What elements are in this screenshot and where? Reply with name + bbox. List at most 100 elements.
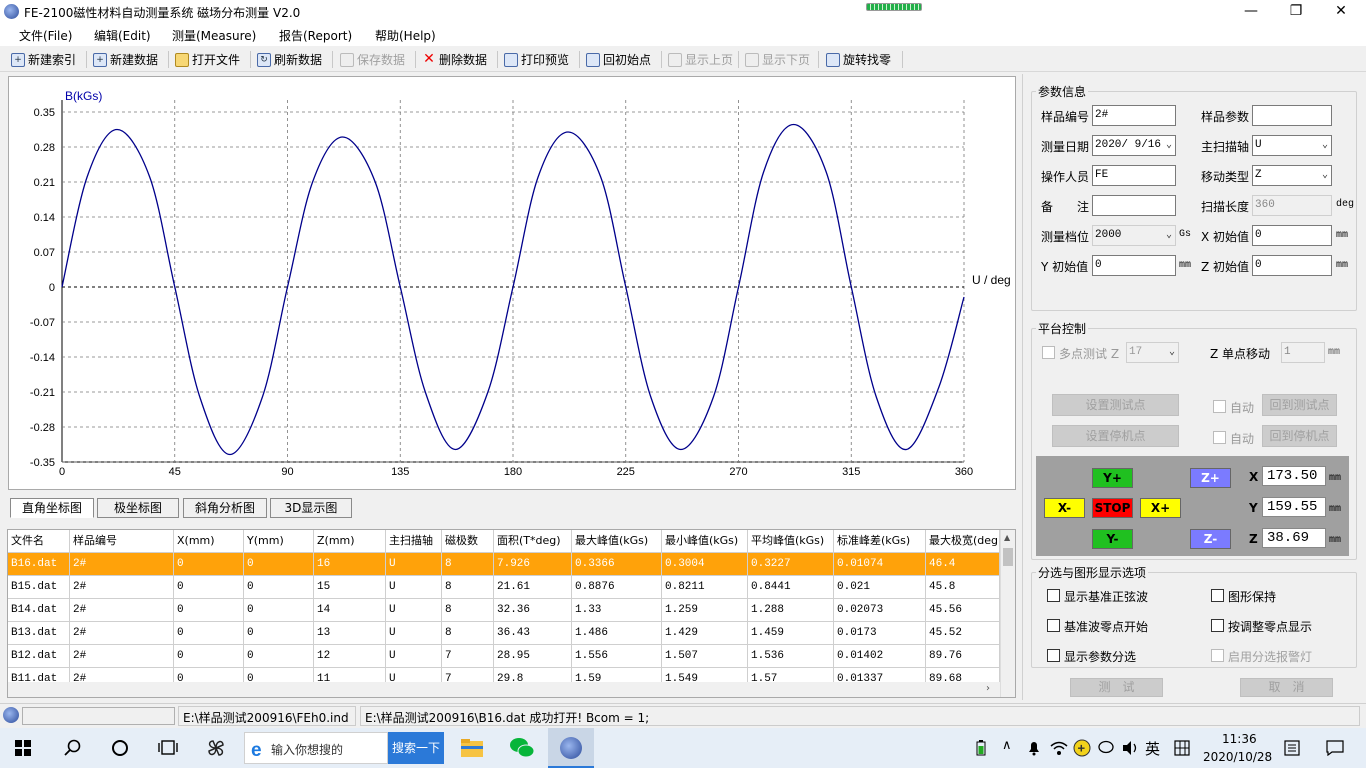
action-center-icon[interactable]: [1326, 740, 1344, 756]
wechat-tray-icon[interactable]: [1098, 740, 1116, 756]
auto-test-checkbox[interactable]: [1213, 400, 1226, 413]
table-row[interactable]: B13.dat 2# 0 0 13 U 8 36.43 1.486 1.429 1.459 0.017…: [8, 622, 1000, 645]
taskbar-search-button[interactable]: 搜索一下: [388, 732, 444, 764]
sample-no-input[interactable]: 2#: [1092, 105, 1176, 126]
file-explorer-icon[interactable]: [460, 737, 484, 759]
operator-input[interactable]: FE: [1092, 165, 1176, 186]
volume-icon[interactable]: [1122, 740, 1140, 756]
alarm-light-checkbox[interactable]: [1211, 649, 1224, 662]
multi-point-checkbox[interactable]: [1042, 346, 1055, 359]
auto-stop-label: 自动: [1230, 432, 1255, 446]
table-cell: 0: [244, 645, 314, 667]
search-icon[interactable]: [64, 739, 82, 757]
date-picker[interactable]: 2020/ 9/16 ⌄: [1092, 135, 1176, 156]
table-row[interactable]: B16.dat 2# 0 0 16 U 8 7.926 0.3366 0.3004 0.3227 0.…: [8, 553, 1000, 576]
x-minus-button[interactable]: X-: [1044, 498, 1085, 518]
menu-edit[interactable]: 编辑(Edit): [94, 27, 151, 44]
add-app-icon[interactable]: +: [1073, 739, 1091, 757]
multi-point-select[interactable]: 17 ⌄: [1126, 342, 1179, 363]
auto-stop-checkbox[interactable]: [1213, 431, 1226, 444]
move-type-select[interactable]: Z ⌄: [1252, 165, 1332, 186]
y-init-input[interactable]: 0: [1092, 255, 1176, 276]
graph-hold-checkbox[interactable]: [1211, 589, 1224, 602]
refresh-data-button[interactable]: ↻ 刷新数据: [257, 50, 322, 69]
vertical-scrollbar[interactable]: ▲: [1000, 530, 1015, 697]
stop-button[interactable]: STOP: [1092, 498, 1133, 518]
open-file-button[interactable]: 打开文件: [175, 50, 240, 69]
table-cell: 45.56: [926, 599, 1000, 621]
clock-time[interactable]: 11:36: [1222, 732, 1257, 746]
save-data-button[interactable]: 保存数据: [340, 50, 405, 69]
table-row[interactable]: B12.dat 2# 0 0 12 U 7 28.95 1.556 1.507 1.536 0.014…: [8, 645, 1000, 668]
adjust-zero-checkbox[interactable]: [1211, 619, 1224, 632]
cortana-icon[interactable]: [111, 739, 129, 757]
active-app-tab[interactable]: [548, 728, 594, 768]
note-input[interactable]: [1092, 195, 1176, 216]
notes-icon[interactable]: [1284, 740, 1300, 756]
notification-bell-icon[interactable]: [1026, 740, 1042, 756]
ime-language[interactable]: 英: [1145, 738, 1160, 759]
table-cell: 磁极数: [442, 530, 494, 552]
single-move-input[interactable]: 1: [1281, 342, 1325, 363]
battery-icon[interactable]: [975, 740, 987, 756]
y-tick-label: -0.28: [30, 422, 55, 434]
delete-data-button[interactable]: ✕ 删除数据: [422, 50, 487, 69]
rotate-zero-button[interactable]: 旋转找零: [826, 50, 891, 69]
set-stop-point-button[interactable]: 设置停机点: [1052, 425, 1179, 447]
table-cell: Z(mm): [314, 530, 386, 552]
clock-date[interactable]: 2020/10/28: [1203, 750, 1272, 764]
new-data-button[interactable]: + 新建数据: [93, 50, 158, 69]
ime-grid-icon[interactable]: [1174, 740, 1190, 756]
pinwheel-app-icon[interactable]: [205, 737, 227, 759]
set-test-point-button[interactable]: 设置测试点: [1052, 394, 1179, 416]
prev-page-button[interactable]: 显示上页: [668, 50, 733, 69]
tab-cartesian[interactable]: 直角坐标图: [10, 498, 94, 518]
maximize-button[interactable]: ❐: [1273, 0, 1319, 24]
cancel-button[interactable]: 取 消: [1240, 678, 1333, 697]
x-init-input[interactable]: 0: [1252, 225, 1332, 246]
range-select[interactable]: 2000 ⌄: [1092, 225, 1176, 246]
taskbar-search-box[interactable]: e 输入你想搜的: [244, 732, 388, 764]
show-sort-checkbox[interactable]: [1047, 649, 1060, 662]
return-origin-button[interactable]: 回初始点: [586, 50, 651, 69]
x-plus-button[interactable]: X+: [1140, 498, 1181, 518]
table-header[interactable]: 文件名 样品编号 X(mm) Y(mm) Z(mm) 主扫描轴 磁极数 面积(T*deg) 最大…: [8, 530, 1000, 553]
menu-report[interactable]: 报告(Report): [279, 27, 352, 44]
network-icon[interactable]: [1050, 740, 1068, 756]
task-view-icon[interactable]: [158, 739, 178, 757]
next-page-button[interactable]: 显示下页: [745, 50, 810, 69]
test-button[interactable]: 测 试: [1070, 678, 1163, 697]
show-sine-checkbox[interactable]: [1047, 589, 1060, 602]
taskbar: e 输入你想搜的 搜索一下 ∧ + 英 11:36 2020/10/28: [0, 728, 1366, 768]
tab-oblique[interactable]: 斜角分析图: [183, 498, 267, 518]
y-plus-button[interactable]: Y+: [1092, 468, 1133, 488]
scan-length-input[interactable]: 360: [1252, 195, 1332, 216]
table-cell: 0.8876: [572, 576, 662, 598]
z-init-input[interactable]: 0: [1252, 255, 1332, 276]
table-row[interactable]: B14.dat 2# 0 0 14 U 8 32.36 1.33 1.259 1.288 0.0207…: [8, 599, 1000, 622]
sample-param-input[interactable]: [1252, 105, 1332, 126]
wechat-icon[interactable]: [509, 736, 535, 760]
close-button[interactable]: ✕: [1318, 0, 1364, 24]
z-minus-button[interactable]: Z-: [1190, 529, 1231, 549]
minimize-button[interactable]: —: [1228, 0, 1274, 24]
main-axis-select[interactable]: U ⌄: [1252, 135, 1332, 156]
menu-measure[interactable]: 测量(Measure): [172, 27, 256, 44]
goto-stop-point-button[interactable]: 回到停机点: [1262, 425, 1337, 447]
windows-start-icon[interactable]: [15, 740, 31, 756]
zero-start-checkbox[interactable]: [1047, 619, 1060, 632]
table-row[interactable]: B15.dat 2# 0 0 15 U 8 21.61 0.8876 0.8211 0.8441 0.…: [8, 576, 1000, 599]
tab-polar[interactable]: 极坐标图: [97, 498, 179, 518]
tab-3d[interactable]: 3D显示图: [270, 498, 352, 518]
goto-test-point-button[interactable]: 回到测试点: [1262, 394, 1337, 416]
horizontal-scrollbar[interactable]: ›: [8, 682, 1000, 697]
menu-help[interactable]: 帮助(Help): [375, 27, 436, 44]
menu-file[interactable]: 文件(File): [19, 27, 72, 44]
table-cell: 0: [174, 553, 244, 575]
tray-chevron-icon[interactable]: ∧: [1002, 738, 1012, 753]
new-index-button[interactable]: + 新建索引: [11, 50, 76, 69]
y-minus-button[interactable]: Y-: [1092, 529, 1133, 549]
print-preview-button[interactable]: 打印预览: [504, 50, 569, 69]
toolbar-separator: [661, 51, 662, 68]
z-plus-button[interactable]: Z+: [1190, 468, 1231, 488]
